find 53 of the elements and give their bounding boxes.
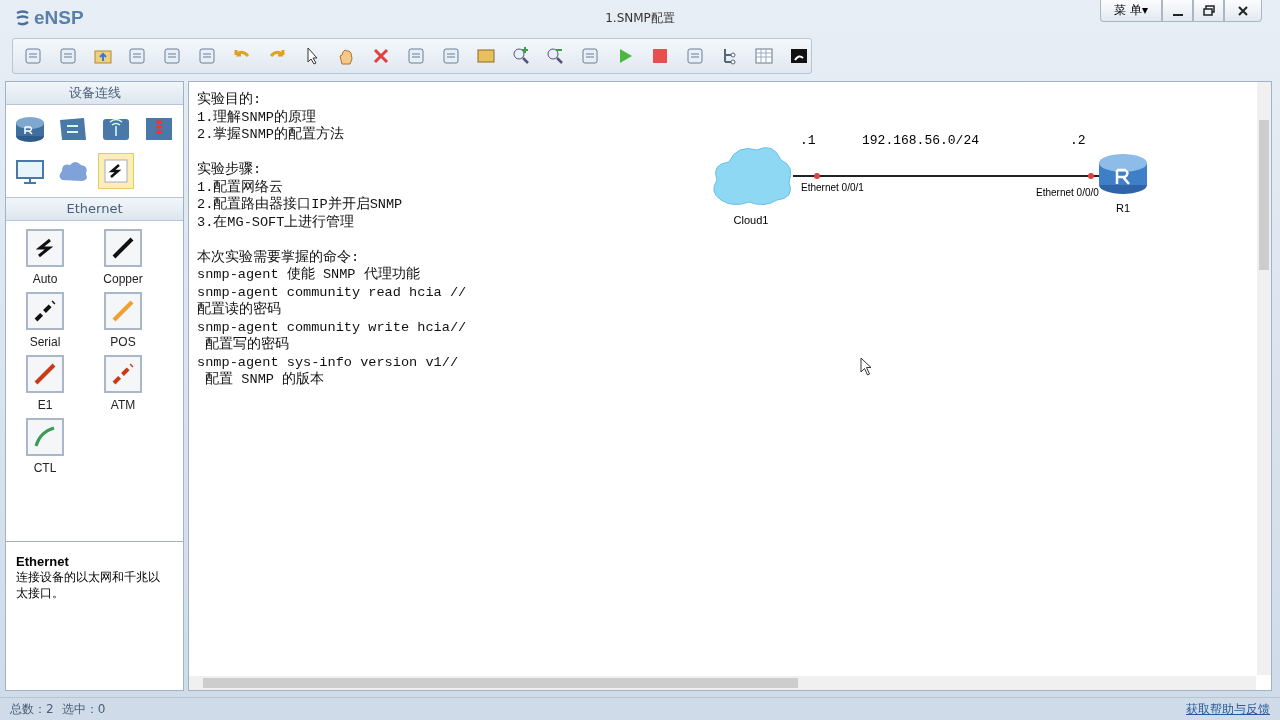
cable-type-button[interactable]: CTL: [6, 418, 84, 475]
note-text: 1.配置网络云: [197, 178, 284, 196]
address-label: .1: [800, 133, 816, 148]
port-label: Ethernet 0/0/0: [1036, 187, 1099, 198]
pointer-icon: [860, 357, 874, 377]
info-title: Ethernet: [16, 554, 70, 569]
cable-icon: [26, 229, 64, 267]
cable-icon: [26, 418, 64, 456]
restore-icon[interactable]: [1193, 0, 1224, 22]
note-text: 3.在MG-SOFT上进行管理: [197, 213, 355, 231]
note-text: snmp-agent sys-info version v1//: [197, 353, 459, 371]
cable-icon: [26, 292, 64, 330]
cable-type-button[interactable]: E1: [6, 355, 84, 412]
note-text: snmp-agent 使能 SNMP 代理功能: [197, 266, 420, 284]
note-text: 配置读的密码: [197, 301, 281, 319]
note-text: snmp-agent community read hcia //: [197, 283, 467, 301]
help-feedback-link[interactable]: 获取帮助与反馈: [1186, 700, 1270, 718]
vertical-scrollbar[interactable]: [1257, 82, 1271, 675]
device-label: Cloud1: [733, 214, 769, 226]
note-text: 1.理解SNMP的原理: [197, 108, 316, 126]
cable-icon: [26, 355, 64, 393]
note-text: 2.配置路由器接口IP并开启SNMP: [197, 196, 403, 214]
note-text: 实验目的:: [197, 91, 262, 109]
total-count: 总数：2: [10, 700, 54, 718]
app-logo: eNSP: [14, 7, 84, 29]
device-label: R1: [1115, 202, 1131, 214]
cable-type-button[interactable]: Serial: [6, 292, 84, 349]
note-text: 实验步骤:: [197, 161, 262, 179]
panel-header: 设备连线: [6, 82, 183, 105]
cable-icon: [104, 229, 142, 267]
selected-count: 选中：0: [61, 700, 106, 718]
address-label: .2: [1070, 133, 1086, 148]
window-title: 1.SNMP配置: [605, 9, 675, 27]
menu-button[interactable]: 菜 单▾: [1100, 0, 1162, 22]
cable-type-button[interactable]: Auto: [6, 229, 84, 286]
note-text: snmp-agent community write hcia//: [197, 318, 467, 336]
cable-icon[interactable]: [98, 153, 134, 189]
cable-type-button[interactable]: Copper: [84, 229, 162, 286]
close-icon[interactable]: [1224, 0, 1262, 22]
cable-type-button[interactable]: ATM: [84, 355, 162, 412]
note-text: 2.掌握SNMP的配置方法: [197, 126, 344, 144]
network-label: 192.168.56.0/24: [862, 133, 980, 148]
minimize-icon[interactable]: [1162, 0, 1193, 22]
cable-icon: [104, 355, 142, 393]
info-description: 连接设备的以太网和千兆以太接口。: [16, 569, 161, 601]
panel-header: Ethernet: [6, 198, 183, 221]
note-text: 本次实验需要掌握的命令:: [197, 248, 360, 266]
note-text: 配置写的密码: [204, 336, 290, 354]
cable-icon: [104, 292, 142, 330]
cable-type-button[interactable]: POS: [84, 292, 162, 349]
horizontal-scrollbar[interactable]: [189, 676, 1256, 690]
note-text: 配置 SNMP 的版本: [204, 371, 325, 389]
port-label: Ethernet 0/0/1: [801, 182, 864, 193]
